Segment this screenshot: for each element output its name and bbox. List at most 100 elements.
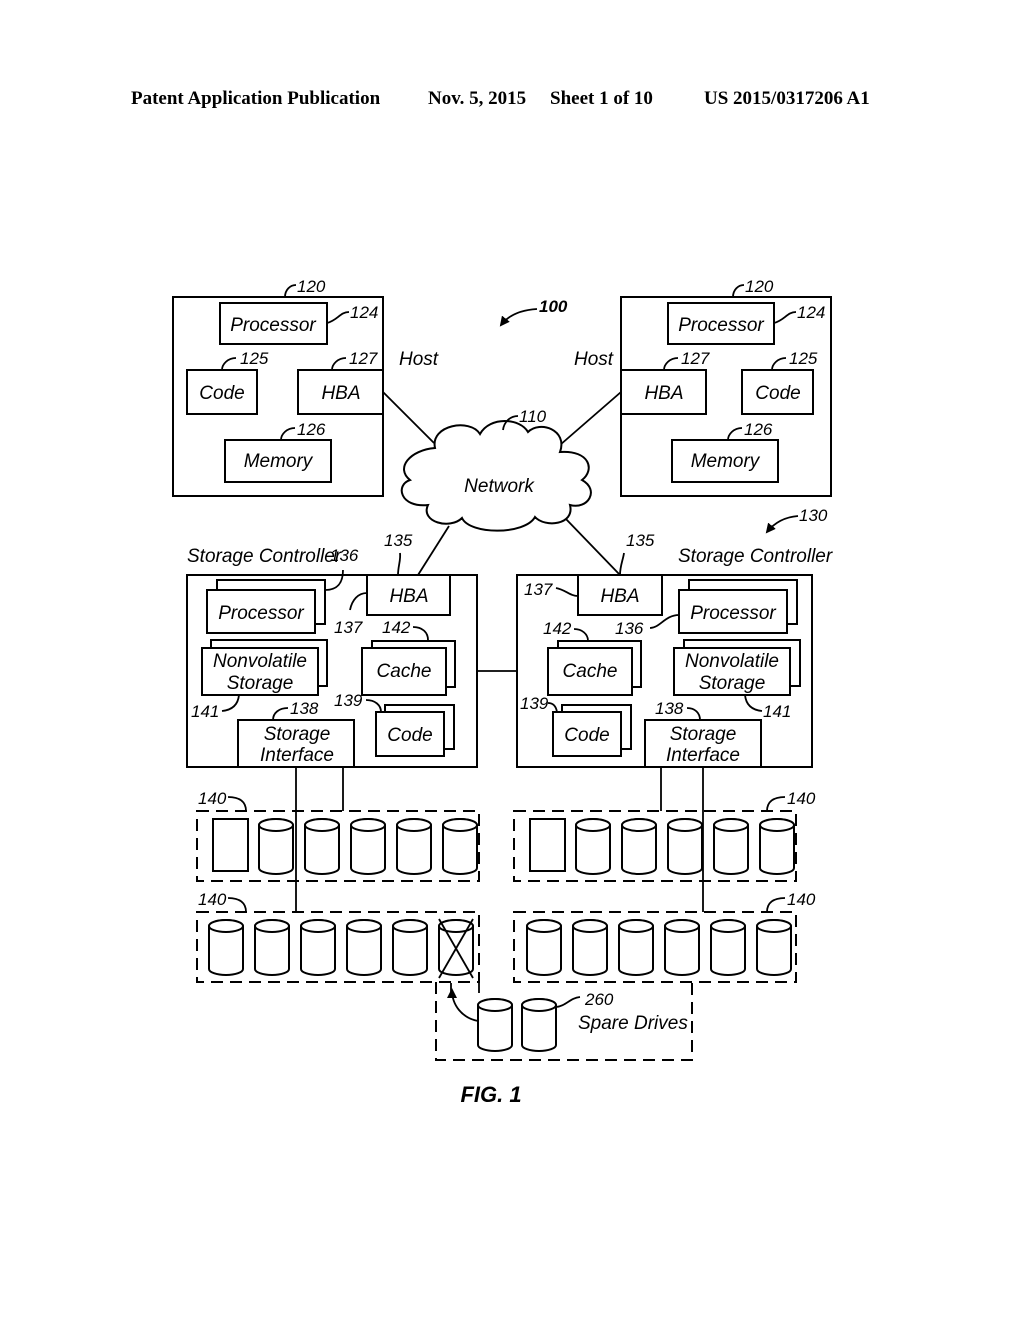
spare-replace-arrow — [447, 988, 479, 1022]
disk-drive — [304, 818, 340, 875]
system-ref-number: 100 — [539, 297, 568, 316]
figure-caption: FIG. 1 — [460, 1082, 521, 1107]
controller-left-hba-ref: 135 — [384, 531, 413, 550]
network-label: Network — [464, 476, 535, 497]
host-left-memory-label: Memory — [244, 451, 314, 472]
leader-line — [619, 552, 625, 576]
disk-drive — [713, 818, 749, 875]
disk-drive — [300, 919, 336, 976]
link-host-left-network — [382, 391, 435, 444]
host-left-memory-ref: 126 — [297, 420, 326, 439]
controller-right: 130 Storage Controller HBA 135 137 Proce… — [516, 506, 833, 768]
controller-left-processor-ref: 136 — [330, 546, 359, 565]
controllers-ref-arrow — [765, 515, 799, 534]
controller-right-hba-ref2: 137 — [524, 580, 553, 599]
array-top-right-ref: 140 — [787, 789, 816, 808]
array-top-left-ref: 140 — [198, 789, 227, 808]
disk-drive — [575, 818, 611, 875]
leader-line — [227, 897, 247, 913]
disk-drive — [667, 818, 703, 875]
leader-line — [555, 996, 581, 1008]
spare-disk-drive — [521, 998, 557, 1052]
controller-left-code-label: Code — [387, 725, 432, 746]
controller-left-title: Storage Controller — [187, 546, 342, 567]
host-right-processor-label: Processor — [678, 315, 764, 336]
controller-right-cache-label: Cache — [563, 661, 618, 682]
leader-line — [766, 897, 786, 913]
disk-drive — [208, 919, 244, 976]
controller-left-cache-ref: 142 — [382, 618, 411, 637]
array-bottom-left-ref: 140 — [198, 890, 227, 909]
controller-left-hba-label: HBA — [389, 586, 428, 607]
leader-line — [227, 796, 247, 812]
host-right-title: Host — [574, 349, 614, 370]
host-left-processor-label: Processor — [230, 315, 316, 336]
controller-left: Storage Controller HBA 135 137 Processor… — [186, 531, 478, 768]
host-left-hba-ref: 127 — [349, 349, 378, 368]
system-ref: 100 — [499, 297, 568, 327]
disk-drive — [396, 818, 432, 875]
controller-right-code-label: Code — [564, 725, 609, 746]
host-right-code-label: Code — [755, 383, 800, 404]
disk-drive — [254, 919, 290, 976]
disk-drive — [526, 919, 562, 976]
host-right-ref: 120 — [745, 277, 774, 296]
link-network-controller-right — [564, 517, 621, 576]
controller-right-si-line1: Storage — [670, 724, 737, 745]
controller-left-processor-label: Processor — [218, 603, 304, 624]
disk-drive — [442, 818, 478, 875]
system-ref-arrow — [499, 308, 538, 327]
leader-line — [284, 284, 297, 298]
system-diagram: 100 120 Host Processor 124 Code 125 HBA … — [172, 277, 833, 1107]
disk-drive — [621, 818, 657, 875]
controller-left-si-line1: Storage — [264, 724, 331, 745]
spares-label: Spare Drives — [578, 1013, 688, 1034]
host-left: 120 Host Processor 124 Code 125 HBA 127 … — [172, 277, 439, 497]
controller-right-processor-ref: 136 — [615, 619, 644, 638]
host-left-title: Host — [399, 349, 439, 370]
host-right-memory-label: Memory — [691, 451, 761, 472]
controller-right-nvs-line2: Storage — [699, 673, 766, 694]
host-left-hba-label: HBA — [321, 383, 360, 404]
array-bottom-right-ref: 140 — [787, 890, 816, 909]
network-cloud: Network 110 — [400, 407, 592, 532]
disk-drive — [664, 919, 700, 976]
controller-right-hba-ref: 135 — [626, 531, 655, 550]
host-left-processor-ref: 124 — [350, 303, 378, 322]
network-ref: 110 — [519, 407, 547, 426]
disk-drive — [759, 818, 795, 875]
disk-drive — [618, 919, 654, 976]
disk-drive — [756, 919, 792, 976]
storage-module — [212, 818, 249, 872]
failed-disk-drive — [438, 918, 474, 979]
link-network-controller-left — [417, 525, 450, 576]
controller-left-si-line2: Interface — [260, 745, 334, 766]
leader-line — [732, 284, 745, 298]
disk-drive — [350, 818, 386, 875]
disk-drive — [346, 919, 382, 976]
link-host-right-network — [559, 391, 622, 446]
disk-drive — [572, 919, 608, 976]
controller-right-nvs-line1: Nonvolatile — [685, 651, 779, 672]
controller-right-si-line2: Interface — [666, 745, 740, 766]
controller-right-code-ref: 139 — [520, 694, 549, 713]
host-right-memory-ref: 126 — [744, 420, 773, 439]
leader-line — [397, 552, 402, 576]
controller-right-hba-label: HBA — [600, 586, 639, 607]
host-right-code-ref: 125 — [789, 349, 818, 368]
spare-drives-group: 260 Spare Drives — [435, 982, 693, 1061]
controller-right-cache-ref: 142 — [543, 619, 572, 638]
controller-left-nvs-line2: Storage — [227, 673, 294, 694]
host-left-ref: 120 — [297, 277, 326, 296]
controller-left-cache-label: Cache — [377, 661, 432, 682]
controller-right-title: Storage Controller — [678, 546, 833, 567]
disk-drive — [710, 919, 746, 976]
host-left-code-ref: 125 — [240, 349, 269, 368]
controller-left-nvs-ref: 141 — [191, 702, 219, 721]
controller-left-hba-ref2: 137 — [334, 618, 363, 637]
storage-module — [529, 818, 566, 872]
controller-right-processor-label: Processor — [690, 603, 776, 624]
controller-right-si-ref: 138 — [655, 699, 684, 718]
controllers-ref: 130 — [799, 506, 828, 525]
controller-left-si-ref: 138 — [290, 699, 319, 718]
